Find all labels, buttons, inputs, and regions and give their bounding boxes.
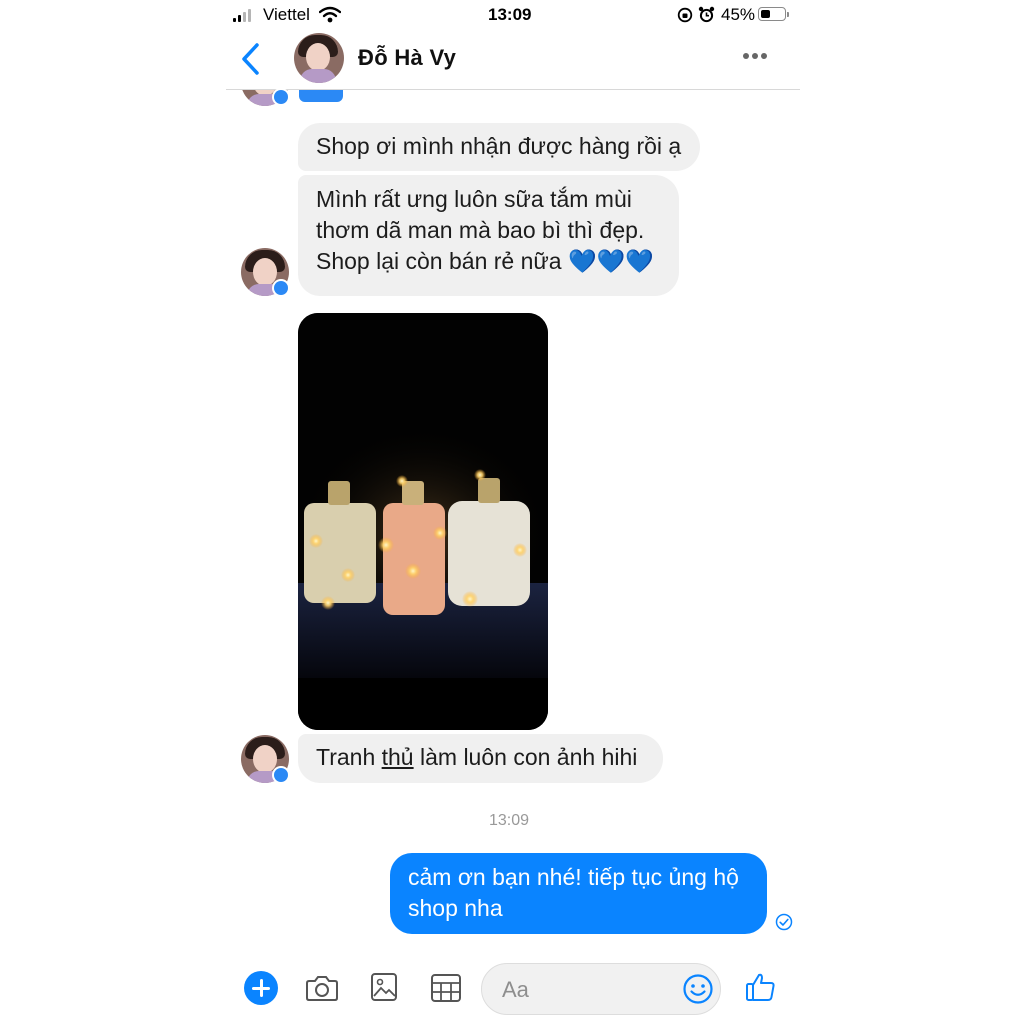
like-icon[interactable] <box>745 971 777 1003</box>
message-text-line: Mình rất ưng luôn sữa tắm mùi <box>316 186 632 212</box>
contact-name[interactable]: Đỗ Hà Vy <box>358 45 456 71</box>
emoji-icon[interactable] <box>682 973 714 1005</box>
message-text-line: thơm dã man mà bao bì thì đẹp. <box>316 217 645 243</box>
gallery-icon[interactable] <box>370 972 398 1002</box>
message-input[interactable]: Aa <box>481 963 721 1015</box>
messenger-badge-icon <box>272 279 290 297</box>
message-bubble-incoming[interactable]: Mình rất ưng luôn sữa tắm mùi thơm dã ma… <box>298 175 679 296</box>
battery-percent: 45% <box>721 5 756 24</box>
message-text: làm luôn con ảnh hihi <box>413 744 638 770</box>
message-timestamp: 13:09 <box>489 812 530 829</box>
message-text-line: shop nha <box>408 895 503 921</box>
clock: 13:09 <box>488 5 532 24</box>
message-bubble-incoming[interactable]: Tranh thủ làm luôn con ảnh hihi <box>298 734 663 783</box>
orientation-lock-icon <box>677 7 693 23</box>
battery-cap <box>787 12 789 17</box>
messenger-badge-icon <box>272 766 290 784</box>
clipped-messenger-badge <box>272 88 290 106</box>
wifi-icon <box>319 6 341 23</box>
plus-icon[interactable] <box>244 971 278 1005</box>
shower-gel-bottles-photo <box>298 313 548 730</box>
signal-icon <box>233 9 255 22</box>
gif-grid-icon[interactable] <box>430 973 462 1003</box>
more-dots-icon[interactable] <box>742 52 768 60</box>
message-text-line: cảm ơn bạn nhé! tiếp tục ủng hộ <box>408 864 739 890</box>
clipped-attachment <box>299 90 343 102</box>
delivered-check-icon <box>775 913 793 931</box>
message-text-line: Shop lại còn bán rẻ nữa <box>316 248 562 274</box>
message-bubble-outgoing[interactable]: cảm ơn bạn nhé! tiếp tục ủng hộ shop nha <box>390 853 767 934</box>
photo-attachment[interactable] <box>298 313 548 730</box>
message-text-underlined: thủ <box>381 744 414 770</box>
chat-header: Đỗ Hà Vy <box>226 30 800 89</box>
contact-avatar[interactable] <box>294 33 344 83</box>
message-input-placeholder: Aa <box>502 977 529 1002</box>
message-text: Shop ơi mình nhận được hàng rồi ạ <box>316 133 682 159</box>
camera-icon[interactable] <box>305 974 339 1002</box>
alarm-icon <box>698 6 715 23</box>
carrier-name: Viettel <box>263 5 310 24</box>
chevron-left-icon[interactable] <box>238 42 262 76</box>
battery-icon <box>758 7 786 21</box>
status-bar: Viettel 13:09 45% <box>226 0 800 30</box>
blue-hearts-emoji: 💙💙💙 <box>567 248 654 274</box>
message-text: Tranh <box>316 744 382 770</box>
message-bubble-incoming[interactable]: Shop ơi mình nhận được hàng rồi ạ <box>298 123 700 171</box>
